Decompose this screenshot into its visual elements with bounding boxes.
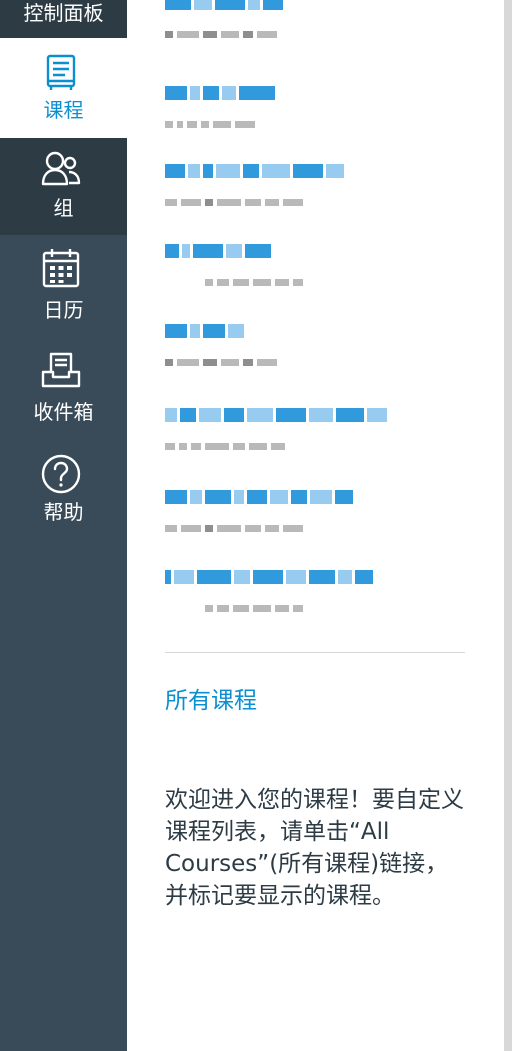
course-term-redacted — [165, 196, 303, 208]
course-name-redacted — [165, 320, 244, 342]
course-term-redacted — [165, 28, 277, 40]
course-term-redacted — [165, 440, 285, 452]
course-name-redacted — [165, 240, 271, 262]
nav-item-groups[interactable]: 组 — [0, 138, 127, 235]
course-link-redacted[interactable] — [165, 0, 465, 52]
page-edge — [504, 0, 512, 1051]
divider — [165, 652, 465, 653]
nav-item-inbox-label: 收件箱 — [33, 400, 94, 424]
course-link-redacted[interactable] — [165, 240, 465, 300]
global-navigation: 控制面板 课程 组 日历 收件箱 帮助 — [0, 0, 127, 1051]
course-term-redacted — [165, 522, 303, 534]
help-icon — [39, 452, 83, 496]
course-name-redacted — [165, 404, 387, 426]
course-link-redacted[interactable] — [165, 160, 465, 220]
app-window: 控制面板 课程 组 日历 收件箱 帮助 所有课程 欢迎进入您的课程！要自定义课程… — [0, 0, 512, 1051]
nav-item-help[interactable]: 帮助 — [0, 446, 127, 538]
nav-item-courses-label: 课程 — [43, 98, 84, 122]
nav-item-dashboard[interactable]: 控制面板 — [0, 0, 127, 38]
nav-item-groups-label: 组 — [53, 196, 74, 220]
course-name-redacted — [165, 82, 275, 104]
course-name-redacted — [165, 0, 283, 14]
inbox-icon — [39, 348, 83, 392]
course-link-redacted[interactable] — [165, 566, 465, 626]
book-icon — [39, 50, 83, 94]
dashboard-label: 控制面板 — [23, 1, 104, 25]
nav-item-courses[interactable]: 课程 — [0, 38, 127, 138]
course-term-redacted — [165, 118, 255, 130]
course-name-redacted — [165, 566, 373, 588]
course-term-redacted — [165, 276, 303, 288]
nav-item-calendar-label: 日历 — [43, 298, 84, 322]
nav-item-help-label: 帮助 — [43, 500, 84, 524]
course-name-redacted — [165, 160, 344, 182]
nav-item-calendar[interactable]: 日历 — [0, 240, 127, 332]
users-icon — [39, 146, 83, 190]
all-courses-link[interactable]: 所有课程 — [165, 686, 257, 716]
course-link-redacted[interactable] — [165, 82, 465, 142]
course-name-redacted — [165, 486, 353, 508]
help-text: 欢迎进入您的课程！要自定义课程列表，请单击“All Courses”(所有课程)… — [165, 787, 464, 909]
course-term-redacted — [165, 356, 277, 368]
course-link-redacted[interactable] — [165, 486, 465, 546]
nav-item-inbox[interactable]: 收件箱 — [0, 342, 127, 434]
course-link-redacted[interactable] — [165, 404, 465, 464]
calendar-icon — [39, 246, 83, 290]
course-link-redacted[interactable] — [165, 320, 465, 380]
course-term-redacted — [165, 602, 303, 614]
